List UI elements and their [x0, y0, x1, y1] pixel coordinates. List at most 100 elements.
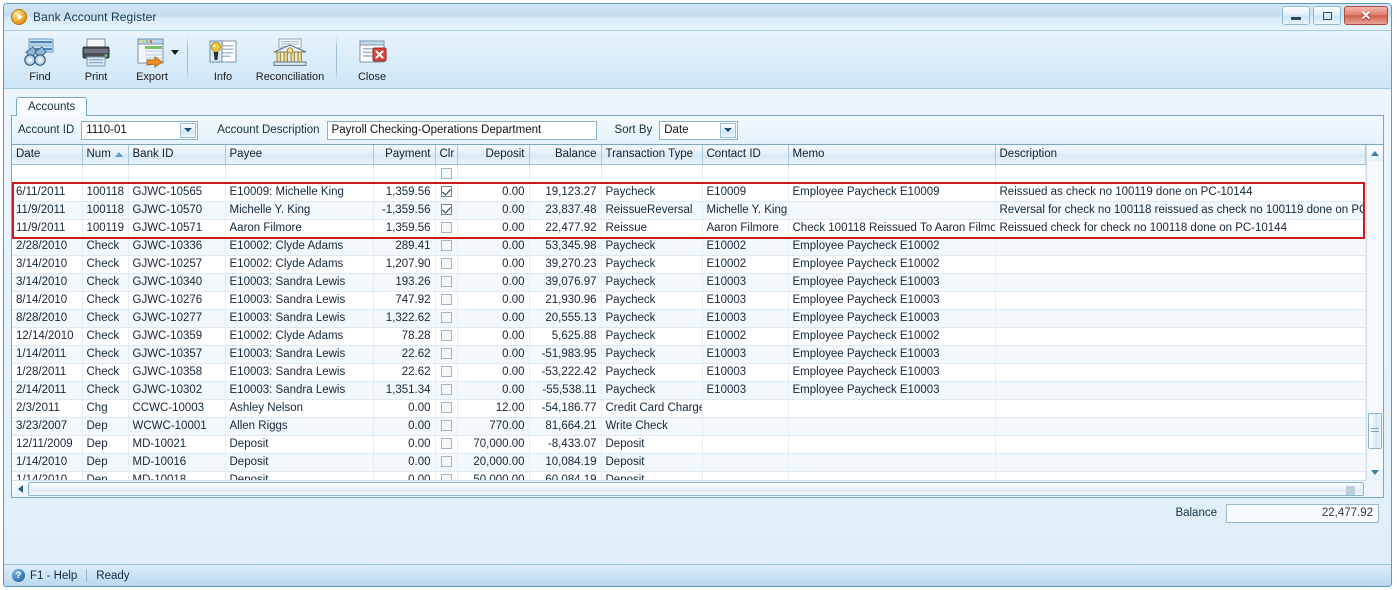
vertical-scrollbar-thumb[interactable]	[1368, 413, 1382, 449]
column-header-description[interactable]: Description	[995, 145, 1366, 165]
checkbox-unchecked[interactable]	[440, 240, 452, 251]
table-row[interactable]: 8/14/2010 Check GJWC-10276 E10003: Sandra L…	[12, 291, 1366, 310]
table-row[interactable]: 1/14/2010 Dep MD-10016 Deposit 0.00 20,000.00…	[12, 453, 1366, 472]
table-row[interactable]: 1/14/2010 Dep MD-10018 Deposit 0.00 50,000.00…	[12, 471, 1366, 480]
table-row[interactable]: 3/14/2010 Check GJWC-10257 E10002: Clyde Ad…	[12, 255, 1366, 274]
filter-cell-payee[interactable]	[225, 164, 374, 184]
checkbox-unchecked[interactable]	[440, 402, 452, 413]
column-header-bank_id[interactable]: Bank ID	[128, 145, 226, 165]
checkbox-unchecked[interactable]	[440, 258, 452, 269]
filter-cell-memo[interactable]	[788, 164, 996, 184]
table-row[interactable]: 1/14/2011 Check GJWC-10357 E10003: Sandra L…	[12, 345, 1366, 364]
cell-date: 8/28/2010	[12, 309, 83, 328]
column-header-contact_id[interactable]: Contact ID	[702, 145, 789, 165]
checkbox-unchecked[interactable]	[440, 384, 452, 395]
table-row[interactable]: 12/11/2009 Dep MD-10021 Deposit 0.00 70,000.0…	[12, 435, 1366, 454]
column-header-memo[interactable]: Memo	[788, 145, 996, 165]
sort-by-dropdown[interactable]: Date	[659, 120, 739, 140]
cell-bank_id: MD-10021	[128, 435, 226, 454]
checkbox-checked[interactable]	[440, 186, 452, 197]
checkbox-checked[interactable]	[440, 204, 452, 215]
filter-cell-bank_id[interactable]	[128, 164, 226, 184]
checkbox-unchecked[interactable]	[440, 222, 452, 233]
chevron-down-icon[interactable]	[171, 50, 179, 55]
column-header-payment[interactable]: Payment	[373, 145, 436, 165]
minimize-button[interactable]	[1282, 6, 1310, 25]
tab-accounts[interactable]: Accounts	[16, 97, 88, 116]
cell-contact_id: Michelle Y. King	[702, 201, 789, 220]
checkbox-unchecked[interactable]	[440, 348, 452, 359]
cell-description	[995, 453, 1366, 472]
column-header-deposit[interactable]: Deposit	[457, 145, 530, 165]
scroll-left-button[interactable]	[12, 481, 28, 497]
table-row[interactable]: 2/3/2011 Chg CCWC-10003 Ashley Nelson 0.00 12…	[12, 399, 1366, 418]
cell-transaction_type: Paycheck	[601, 309, 703, 328]
table-row[interactable]: 3/14/2010 Check GJWC-10340 E10003: Sandra L…	[12, 273, 1366, 292]
toolbar-print-button[interactable]: Print	[68, 31, 124, 87]
filter-cell-deposit[interactable]	[457, 164, 530, 184]
account-description-field[interactable]: Payroll Checking-Operations Department	[326, 120, 597, 140]
checkbox-unchecked[interactable]	[440, 330, 452, 341]
checkbox-unchecked[interactable]	[440, 456, 452, 467]
cell-deposit: 0.00	[457, 255, 530, 274]
filter-cell-description[interactable]	[995, 164, 1366, 184]
help-hint[interactable]: F1 - Help	[30, 570, 77, 582]
cell-date: 1/14/2011	[12, 345, 83, 364]
toolbar-find-button[interactable]: Find	[12, 31, 68, 87]
column-header-transaction_type[interactable]: Transaction Type	[601, 145, 703, 165]
column-header-label: Description	[999, 148, 1058, 161]
column-header-label: Transaction Type	[605, 148, 694, 161]
checkbox-unchecked[interactable]	[440, 366, 452, 377]
table-row[interactable]: 2/14/2011 Check GJWC-10302 E10003: Sandra L…	[12, 381, 1366, 400]
account-id-dropdown[interactable]: 1110-01	[81, 120, 199, 140]
checkbox-unchecked[interactable]	[440, 438, 452, 449]
cell-transaction_type: Paycheck	[601, 237, 703, 256]
table-row[interactable]: 11/9/2011 100118 GJWC-10570 Michelle Y. Kin…	[12, 201, 1366, 220]
sort-by-dropdown-arrow[interactable]	[720, 122, 737, 138]
table-row[interactable]: 1/28/2011 Check GJWC-10358 E10003: Sandra L…	[12, 363, 1366, 382]
cell-description	[995, 471, 1366, 480]
filter-cell-transaction_type[interactable]	[601, 164, 703, 184]
filter-cell-clr[interactable]	[435, 164, 458, 184]
table-row[interactable]: 12/14/2010 Check GJWC-10359 E10002: Clyde A…	[12, 327, 1366, 346]
table-row[interactable]: 2/28/2010 Check GJWC-10336 E10002: Clyde Ad…	[12, 237, 1366, 256]
column-header-date[interactable]: Date	[12, 145, 83, 165]
toolbar-close-button[interactable]: Close	[344, 31, 400, 87]
table-row[interactable]: 6/11/2011 100118 GJWC-10565 E10009: Michell…	[12, 183, 1366, 202]
maximize-button[interactable]	[1313, 6, 1341, 25]
scroll-up-button[interactable]	[1367, 145, 1383, 161]
checkbox-unchecked[interactable]	[440, 312, 452, 323]
filter-row[interactable]	[12, 164, 1366, 184]
cell-num: Check	[82, 237, 129, 256]
column-header-clr[interactable]: Clr	[435, 145, 458, 165]
column-header-balance[interactable]: Balance	[529, 145, 602, 165]
cell-clr	[435, 345, 458, 364]
cell-date: 11/9/2011	[12, 201, 83, 220]
cell-bank_id: GJWC-10336	[128, 237, 226, 256]
horizontal-scrollbar[interactable]	[12, 480, 1366, 497]
filter-cell-payment[interactable]	[373, 164, 436, 184]
filter-checkbox[interactable]	[440, 167, 452, 179]
vertical-scrollbar[interactable]	[1366, 145, 1383, 480]
close-button[interactable]: ✕	[1344, 6, 1388, 25]
column-header-payee[interactable]: Payee	[225, 145, 374, 165]
horizontal-scrollbar-thumb[interactable]	[28, 482, 1364, 496]
filter-cell-date[interactable]	[12, 164, 83, 184]
cell-memo	[788, 201, 996, 220]
column-header-num[interactable]: Num	[82, 145, 129, 165]
checkbox-unchecked[interactable]	[440, 420, 452, 431]
table-row[interactable]: 3/23/2007 Dep WCWC-10001 Allen Riggs 0.00 770…	[12, 417, 1366, 436]
balance-value: 22,477.92	[1321, 507, 1373, 519]
filter-cell-balance[interactable]	[529, 164, 602, 184]
filter-cell-contact_id[interactable]	[702, 164, 789, 184]
checkbox-unchecked[interactable]	[440, 294, 452, 305]
table-row[interactable]: 8/28/2010 Check GJWC-10277 E10003: Sandra L…	[12, 309, 1366, 328]
filter-cell-num[interactable]	[82, 164, 129, 184]
toolbar-info-button[interactable]: Info	[195, 31, 251, 87]
toolbar-reconciliation-button[interactable]: Reconciliation	[251, 31, 329, 87]
toolbar-export-button[interactable]: Export	[124, 31, 180, 87]
scroll-down-button[interactable]	[1367, 464, 1383, 480]
account-id-dropdown-arrow[interactable]	[180, 122, 197, 138]
checkbox-unchecked[interactable]	[440, 276, 452, 287]
table-row[interactable]: 11/9/2011 100119 GJWC-10571 Aaron Filmore 1,…	[12, 219, 1366, 238]
